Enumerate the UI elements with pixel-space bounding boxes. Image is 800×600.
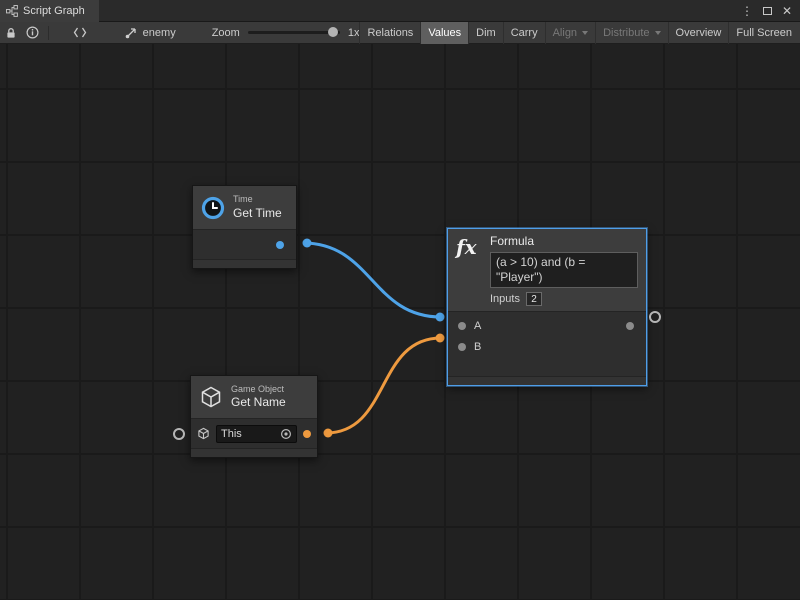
fullscreen-button[interactable]: Full Screen (728, 22, 799, 44)
connection-cap (324, 429, 333, 438)
input-port-a[interactable] (458, 322, 466, 330)
relations-button[interactable]: Relations (359, 22, 420, 44)
port-row-b: B (448, 336, 646, 357)
graph-toolbar: enemy Zoom 1x Relations Values Dim Carry… (0, 22, 800, 44)
zoom-value: 1x (348, 27, 360, 39)
close-icon[interactable]: ✕ (782, 4, 792, 18)
connection-gettime-to-formula-a[interactable] (303, 243, 441, 317)
node-footer (193, 259, 296, 268)
node-category: Game Object (231, 384, 286, 395)
connection-cap (436, 313, 445, 322)
window-menu-icon[interactable]: ⋮ (741, 4, 753, 18)
tab-title: Script Graph (23, 5, 85, 17)
port-label: B (474, 341, 481, 353)
formula-fx-icon: fx (456, 234, 482, 307)
inputs-label: Inputs (490, 293, 520, 305)
target-object-field[interactable]: This (216, 425, 297, 443)
connections-layer (0, 44, 800, 600)
zoom-slider-handle[interactable] (328, 27, 338, 37)
distribute-button[interactable]: Distribute (595, 22, 667, 44)
unconnected-input-port[interactable] (173, 428, 185, 440)
port-label: A (474, 320, 481, 332)
node-title: Formula (490, 234, 638, 249)
node-formula[interactable]: fx Formula (a > 10) and (b = "Player") I… (447, 228, 647, 386)
lock-icon[interactable] (0, 22, 22, 44)
zoom-slider[interactable] (248, 31, 340, 34)
maximize-icon[interactable] (763, 7, 772, 15)
node-title: Get Time (233, 206, 282, 221)
connection-getname-to-formula-b[interactable] (326, 338, 441, 433)
clock-icon (201, 196, 225, 220)
output-port-result[interactable] (626, 322, 634, 330)
node-footer (191, 448, 317, 457)
port-row-a: A (448, 315, 646, 336)
chevron-down-icon (582, 31, 588, 35)
toolbar-buttons: Relations Values Dim Carry Align Distrib… (359, 22, 800, 44)
zoom-label: Zoom (212, 27, 240, 39)
chevron-down-icon (655, 31, 661, 35)
node-title: Get Name (231, 395, 286, 410)
output-port-time[interactable] (276, 241, 284, 249)
tab-script-graph[interactable]: Script Graph (0, 0, 99, 22)
info-icon[interactable] (22, 22, 44, 44)
node-get-name[interactable]: Game Object Get Name This (190, 375, 318, 458)
align-button[interactable]: Align (545, 22, 595, 44)
overview-button[interactable]: Overview (668, 22, 729, 44)
title-bar: Script Graph ⋮ ✕ (0, 0, 800, 22)
toolbar-separator (48, 26, 49, 40)
carry-button[interactable]: Carry (503, 22, 545, 44)
graph-canvas[interactable]: Time Get Time fx Formula (a > 10) and (b… (0, 44, 800, 600)
cube-icon (199, 385, 223, 409)
graph-name: enemy (143, 27, 176, 39)
cube-icon-small (197, 427, 210, 440)
node-category: Time (233, 194, 282, 205)
object-picker-icon[interactable] (280, 428, 292, 440)
dim-button[interactable]: Dim (468, 22, 503, 44)
inputs-count-field[interactable]: 2 (526, 292, 542, 306)
code-brackets-icon[interactable] (69, 22, 91, 44)
script-graph-window: Script Graph ⋮ ✕ (0, 0, 800, 600)
target-object-value: This (221, 428, 242, 440)
script-graph-icon (6, 5, 18, 17)
formula-expression-field[interactable]: (a > 10) and (b = "Player") (490, 252, 638, 288)
graph-breadcrumb[interactable]: enemy (117, 27, 184, 39)
unconnected-output-port[interactable] (649, 311, 661, 323)
connection-cap (436, 334, 445, 343)
output-port-name[interactable] (303, 430, 311, 438)
values-button[interactable]: Values (420, 22, 468, 44)
input-port-b[interactable] (458, 343, 466, 351)
graph-asset-icon (125, 27, 138, 39)
connection-cap (303, 239, 312, 248)
node-get-time[interactable]: Time Get Time (192, 185, 297, 269)
node-footer (448, 376, 646, 385)
